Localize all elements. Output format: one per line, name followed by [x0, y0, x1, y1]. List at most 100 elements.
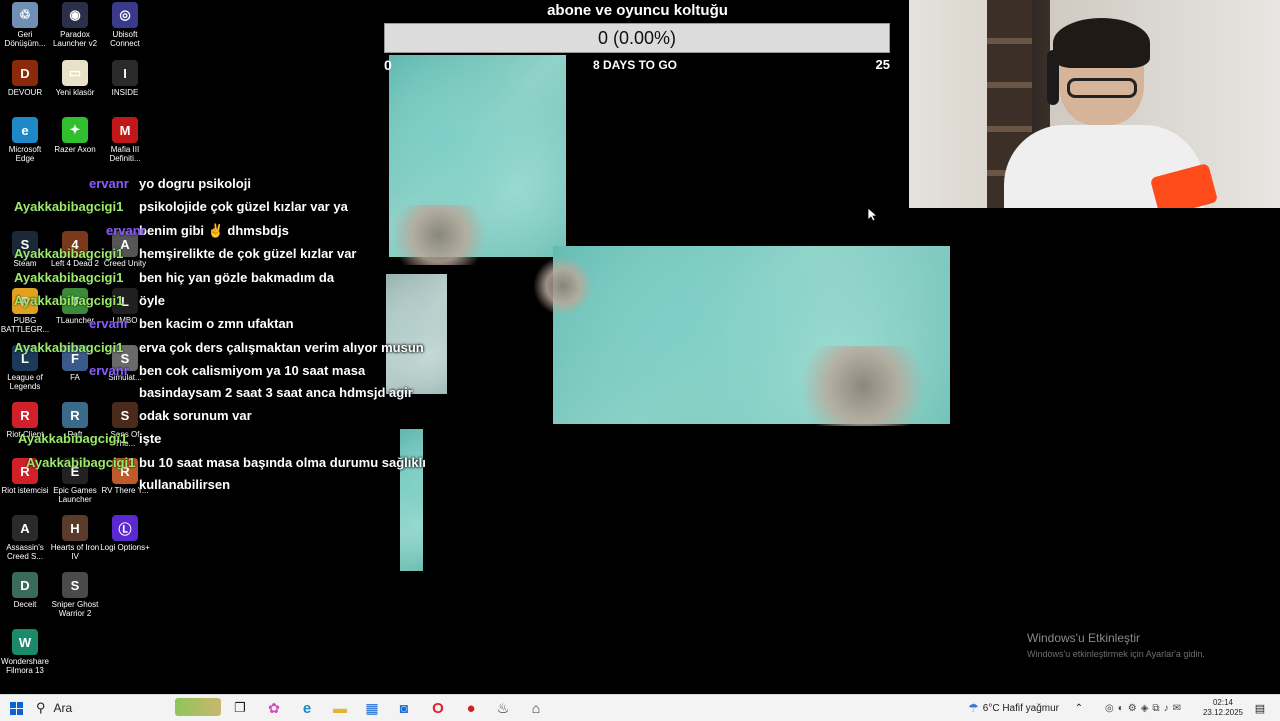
- chat-username: ervanr: [89, 363, 129, 378]
- chat-message: ben kacim o zmn ufaktan: [139, 316, 294, 331]
- desktop-shortcut-inside[interactable]: I INSIDE: [100, 60, 150, 97]
- desktop-shortcut-label: Geri Dönüşüm...: [4, 30, 46, 48]
- chat-message: bu 10 saat masa başında olma durumu sağl…: [139, 455, 426, 470]
- desktop-shortcut-label: Logi Options+: [100, 543, 150, 552]
- yeni-klas-r-icon: ▭: [62, 60, 88, 86]
- devour-icon: D: [12, 60, 38, 86]
- edge-icon[interactable]: e: [297, 698, 317, 718]
- chat-username: ervanr: [89, 176, 129, 191]
- search-label: Ara: [53, 701, 73, 715]
- clock-date: 23.12.2025: [1202, 708, 1244, 717]
- weather-text: 6°C Hafif yağmur: [982, 702, 1060, 714]
- desktop-shortcut-label: Hearts of Iron IV: [50, 543, 100, 561]
- desktop-shortcut-logi-options[interactable]: Ⓛ Logi Options+: [100, 515, 150, 552]
- desktop-shortcut-label: Assassin's Creed S...: [6, 543, 44, 561]
- mouse-cursor-icon: [868, 208, 878, 222]
- chat-message: ben cok calismiyom ya 10 saat masa: [139, 363, 366, 378]
- paradox-launcher-v2-icon: ◉: [62, 2, 88, 28]
- desktop-shortcut-label: Razer Axon: [54, 145, 96, 154]
- desktop-shortcut-paradox-launcher-v2[interactable]: ◉ Paradox Launcher v2: [50, 2, 100, 48]
- goal-progress-bar: 0 (0.00%): [384, 23, 890, 53]
- record-app-icon[interactable]: ●: [461, 698, 481, 718]
- desktop-shortcut-ubisoft-connect[interactable]: ◎ Ubisoft Connect: [100, 2, 150, 48]
- desktop-shortcut-label: Paradox Launcher v2: [52, 30, 98, 48]
- desktop-shortcut-deceit[interactable]: D Deceit: [0, 572, 50, 609]
- raft-icon: R: [62, 402, 88, 428]
- mafia-iii-definiti-icon: M: [112, 117, 138, 143]
- desktop-shortcut-microsoft-edge[interactable]: e Microsoft Edge: [0, 117, 50, 163]
- tray-chevron-up-icon[interactable]: ⌃: [1072, 698, 1086, 718]
- desktop-shortcut-razer-axon[interactable]: ✦ Razer Axon: [50, 117, 100, 154]
- chat-username: Ayakkabibagcigi1: [14, 246, 124, 261]
- geri-d-n-m-icon: ♲: [12, 2, 38, 28]
- desktop-shortcut-label: Wondershare Filmora 13: [1, 657, 49, 675]
- notification-icon[interactable]: ▤: [1252, 698, 1268, 718]
- glasses-icon: [1067, 78, 1137, 98]
- desktop-shortcut-label: Epic Games Launcher: [53, 486, 97, 504]
- taskbar-widget-island[interactable]: [175, 698, 221, 716]
- hearts-of-iron-iv-icon: H: [62, 515, 88, 541]
- riot-client-icon: R: [12, 402, 38, 428]
- desktop-shortcut-geri-d-n-m[interactable]: ♲ Geri Dönüşüm...: [0, 2, 50, 48]
- clock-time: 02:14: [1212, 698, 1234, 707]
- copilot-icon[interactable]: ✿: [264, 698, 284, 718]
- goal-max-value: 25: [875, 57, 890, 72]
- chat-username: ervanr: [106, 223, 146, 238]
- assassin-s-creed-s-icon: A: [12, 515, 38, 541]
- aerial-image-strip-2: [400, 429, 423, 571]
- start-button[interactable]: [6, 698, 26, 718]
- store-icon[interactable]: ▦: [362, 698, 382, 718]
- desktop-shortcut-assassin-s-creed-s[interactable]: A Assassin's Creed S...: [0, 515, 50, 561]
- weather-icon: ☂: [968, 701, 979, 715]
- opera-icon[interactable]: O: [428, 698, 448, 718]
- streamer-hair: [1053, 18, 1150, 68]
- search-icon: ⚲: [36, 700, 46, 715]
- search-box[interactable]: ⚲ Ara: [36, 698, 166, 718]
- activation-watermark-subtitle: Windows'u etkinleştirmek için Ayarlar'a …: [1027, 649, 1205, 659]
- desktop-shortcut-label: Ubisoft Connect: [110, 30, 140, 48]
- chat-message: işte: [139, 431, 162, 446]
- chat-message: basindaysam 2 saat 3 saat anca hdmsjd ag…: [139, 385, 413, 400]
- steam-icon[interactable]: ♨: [493, 698, 513, 718]
- sons-of-the-icon: S: [112, 402, 138, 428]
- activation-watermark-title: Windows'u Etkinleştir: [1027, 631, 1140, 645]
- desktop-shortcut-wondershare-filmora-13[interactable]: W Wondershare Filmora 13: [0, 629, 50, 675]
- inside-icon: I: [112, 60, 138, 86]
- aerial-image-panel-top: [379, 55, 566, 265]
- desktop-shortcut-mafia-iii-definiti[interactable]: M Mafia III Definiti...: [100, 117, 150, 163]
- webcam-feed: [909, 0, 1280, 208]
- desktop-shortcut-label: Riot istemcisi: [1, 486, 49, 495]
- chat-message: öyle: [139, 293, 166, 308]
- chat-message: ben hiç yan gözle bakmadım da: [139, 270, 335, 285]
- chat-message: psikolojide çok güzel kızlar var ya: [139, 199, 348, 214]
- desktop-shortcut-label: Mafia III Definiti...: [109, 145, 141, 163]
- desktop-shortcut-devour[interactable]: D DEVOUR: [0, 60, 50, 97]
- chat-message: benim gibi ✌ dhmsbdjs: [139, 223, 289, 238]
- windows-logo-icon: [9, 701, 23, 715]
- weather-widget[interactable]: ☂ 6°C Hafif yağmur: [968, 698, 1068, 718]
- sniper-ghost-warrior-2-icon: S: [62, 572, 88, 598]
- chat-username: Ayakkabibagcigi1: [14, 293, 124, 308]
- obs-icon[interactable]: ⌂: [526, 698, 546, 718]
- chat-username: Ayakkabibagcigi1: [18, 431, 128, 446]
- headset-icon: [1047, 50, 1059, 105]
- task-view-icon[interactable]: ❐: [231, 698, 249, 718]
- tray-icons[interactable]: ◎◐⚙◈⧉♪✉: [1090, 698, 1200, 718]
- goal-progress-text: 0 (0.00%): [597, 27, 677, 48]
- deceit-icon: D: [12, 572, 38, 598]
- clock[interactable]: 02:14 23.12.2025: [1198, 698, 1248, 718]
- chat-message: hemşirelikte de çok güzel kızlar var: [139, 246, 357, 261]
- wondershare-filmora-13-icon: W: [12, 629, 38, 655]
- chat-message: erva çok ders çalışmaktan verim alıyor m…: [139, 340, 424, 355]
- aerial-image-panel-main: [533, 246, 950, 426]
- chat-username: Ayakkabibagcigi1: [14, 270, 124, 285]
- chat-message: kullanabilirsen: [139, 477, 231, 492]
- desktop-shortcut-sniper-ghost-warrior-2[interactable]: S Sniper Ghost Warrior 2: [50, 572, 100, 618]
- desktop-shortcut-yeni-klas-r[interactable]: ▭ Yeni klasör: [50, 60, 100, 97]
- desktop-shortcut-hearts-of-iron-iv[interactable]: H Hearts of Iron IV: [50, 515, 100, 561]
- taskbar: ⚲ Ara ❐ ✿ e ▬ ▦ ◙ O ● ♨ ⌂ ☂ 6°C Hafif ya…: [0, 694, 1280, 721]
- microsoft-edge-icon: e: [12, 117, 38, 143]
- file-explorer-icon[interactable]: ▬: [330, 698, 350, 718]
- app-icon-blue[interactable]: ◙: [394, 698, 414, 718]
- razer-axon-icon: ✦: [62, 117, 88, 143]
